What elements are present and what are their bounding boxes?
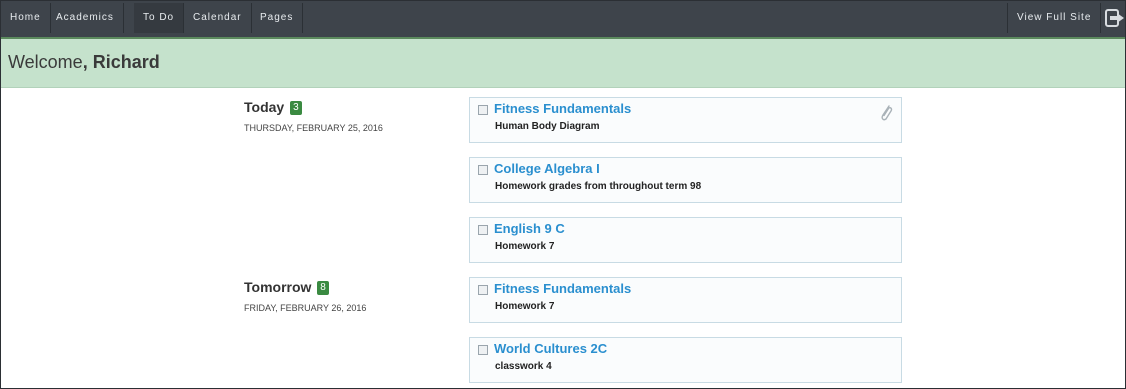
count-badge: 8 <box>317 281 329 295</box>
day-title-tomorrow: Tomorrow 8 <box>244 279 329 295</box>
welcome-prefix: Welcome <box>8 52 83 72</box>
task-title: Homework 7 <box>495 301 555 312</box>
task-title: Homework grades from throughout term 98 <box>495 181 702 192</box>
todo-card: Fitness Fundamentals Human Body Diagram <box>469 97 902 143</box>
todo-checkbox[interactable] <box>478 165 488 175</box>
todo-checkbox[interactable] <box>478 105 488 115</box>
day-title-today: Today 3 <box>244 99 302 115</box>
nav-academics[interactable]: Academics <box>47 3 124 33</box>
nav-calendar[interactable]: Calendar <box>184 3 252 33</box>
count-badge: 3 <box>290 101 302 115</box>
todo-card: English 9 C Homework 7 <box>469 217 902 263</box>
top-nav: Home Academics To Do Calendar Pages View… <box>1 1 1125 39</box>
course-link[interactable]: World Cultures 2C <box>494 341 607 356</box>
paperclip-icon[interactable] <box>878 102 894 124</box>
app-frame: Home Academics To Do Calendar Pages View… <box>0 0 1126 389</box>
task-title: Homework 7 <box>495 241 555 252</box>
course-link[interactable]: Fitness Fundamentals <box>494 101 631 116</box>
logout-icon <box>1105 9 1124 27</box>
todo-checkbox[interactable] <box>478 225 488 235</box>
todo-card: College Algebra I Homework grades from t… <box>469 157 902 203</box>
nav-home[interactable]: Home <box>1 3 51 33</box>
todo-checkbox[interactable] <box>478 285 488 295</box>
day-date-tomorrow: FRIDAY, FEBRUARY 26, 2016 <box>244 303 367 313</box>
nav-pages[interactable]: Pages <box>251 3 304 33</box>
day-title-label: Tomorrow <box>244 279 312 295</box>
welcome-banner: Welcome, Richard <box>1 39 1125 88</box>
todo-checkbox[interactable] <box>478 345 488 355</box>
course-link[interactable]: Fitness Fundamentals <box>494 281 631 296</box>
course-link[interactable]: English 9 C <box>494 221 565 236</box>
todo-card: Fitness Fundamentals Homework 7 <box>469 277 902 323</box>
todo-card: World Cultures 2C classwork 4 <box>469 337 902 383</box>
nav-todo[interactable]: To Do <box>134 3 185 33</box>
day-title-label: Today <box>244 99 285 115</box>
day-date-today: THURSDAY, FEBRUARY 25, 2016 <box>244 123 383 133</box>
task-title: Human Body Diagram <box>495 121 600 132</box>
course-link[interactable]: College Algebra I <box>494 161 600 176</box>
welcome-name: , Richard <box>82 52 160 72</box>
task-title: classwork 4 <box>495 361 552 372</box>
logout-button[interactable] <box>1101 3 1125 33</box>
view-full-site-link[interactable]: View Full Site <box>1007 3 1102 33</box>
welcome-text: Welcome, Richard <box>8 52 160 73</box>
